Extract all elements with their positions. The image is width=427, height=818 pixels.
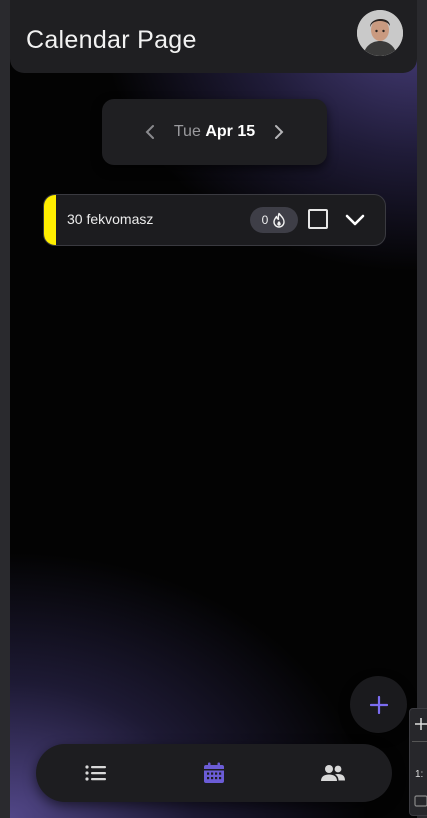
- plus-icon[interactable]: [414, 717, 427, 731]
- previous-day-button[interactable]: [140, 122, 160, 142]
- task-name: 30 fekvomasz: [67, 211, 154, 227]
- streak-count: 0: [261, 213, 269, 227]
- expand-task-button[interactable]: [343, 208, 367, 232]
- task-card[interactable]: 30 fekvomasz 0: [43, 194, 386, 246]
- task-color-indicator: [44, 195, 56, 245]
- avatar[interactable]: [357, 10, 403, 56]
- calendar-icon: [204, 762, 224, 783]
- page-title: Calendar Page: [26, 26, 197, 54]
- list-icon: [85, 765, 106, 781]
- nav-list[interactable]: [83, 761, 109, 785]
- chevron-down-icon: [345, 214, 365, 226]
- date-day: Apr 15: [205, 123, 256, 140]
- next-day-button[interactable]: [269, 122, 289, 142]
- divider: [412, 741, 427, 742]
- task-checkbox[interactable]: [308, 209, 328, 229]
- app-screen: Calendar Page Tue Apr 15 30 fekvomasz 0: [10, 0, 417, 818]
- streak-badge: 0: [250, 207, 298, 233]
- flame-icon: [273, 212, 286, 228]
- nav-calendar[interactable]: [201, 761, 227, 785]
- app-header: Calendar Page: [10, 0, 417, 73]
- people-icon: [321, 765, 345, 781]
- date-picker: Tue Apr 15: [102, 99, 327, 165]
- nav-people[interactable]: [320, 761, 346, 785]
- side-tool-panel: 1:: [409, 708, 427, 816]
- selected-date[interactable]: Tue Apr 15: [174, 123, 255, 141]
- date-weekday: Tue: [173, 123, 201, 140]
- side-panel-label: 1:: [415, 769, 424, 780]
- add-task-button[interactable]: [350, 676, 407, 733]
- image-icon[interactable]: [414, 795, 427, 807]
- plus-icon: [369, 695, 388, 714]
- bottom-navigation: [36, 744, 392, 802]
